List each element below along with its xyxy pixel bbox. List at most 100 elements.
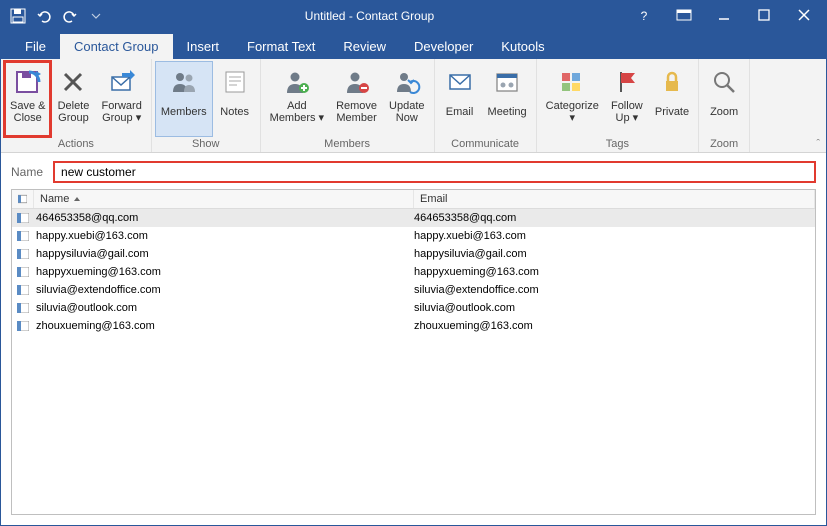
ribbon-tabs: File Contact Group Insert Format Text Re… [1,31,826,59]
cell-email: happysiluvia@gail.com [414,248,815,260]
tab-developer[interactable]: Developer [400,34,487,59]
ribbon-display-icon[interactable] [672,9,696,24]
cell-email: siluvia@outlook.com [414,302,815,314]
window-title: Untitled - Contact Group [107,9,632,23]
cell-name: happy.xuebi@163.com [34,230,414,242]
quick-access-toolbar [1,5,107,27]
tab-kutools[interactable]: Kutools [487,34,558,59]
save-and-close-button[interactable]: Save & Close [4,61,51,137]
contact-card-icon [12,267,34,277]
delete-group-button[interactable]: Delete Group [51,61,95,137]
collapse-ribbon-icon[interactable]: ˆ [816,138,820,150]
cell-name: siluvia@outlook.com [34,302,414,314]
private-button[interactable]: Private [649,61,695,137]
contact-card-icon [12,249,34,259]
flag-icon [611,66,643,98]
column-email[interactable]: Email [414,190,815,208]
cell-name: 464653358@qq.com [34,212,414,224]
cell-name: happysiluvia@gail.com [34,248,414,260]
table-row[interactable]: zhouxueming@163.comzhouxueming@163.com [12,317,815,335]
members-icon [168,66,200,98]
save-close-icon [12,66,44,98]
ribbon-group-label: Tags [540,137,695,152]
ribbon-group-label: Actions [4,137,148,152]
forward-icon [106,66,138,98]
categorize-button[interactable]: Categorize ▾ [540,61,605,137]
meeting-icon [491,66,523,98]
table-row[interactable]: happyxueming@163.comhappyxueming@163.com [12,263,815,281]
name-label: Name [11,165,43,179]
add-members-button[interactable]: Add Members ▾ [264,61,330,137]
table-row[interactable]: happy.xuebi@163.comhappy.xuebi@163.com [12,227,815,245]
save-icon[interactable] [7,5,29,27]
table-row[interactable]: siluvia@outlook.comsiluvia@outlook.com [12,299,815,317]
notes-icon [219,66,251,98]
contact-card-icon [12,285,34,295]
notes-button[interactable]: Notes [213,61,257,137]
remove-member-button[interactable]: Remove Member [330,61,383,137]
undo-icon[interactable] [33,5,55,27]
zoom-button[interactable]: Zoom [702,61,746,137]
ribbon-group-label: Members [264,137,431,152]
help-icon[interactable]: ? [632,9,656,23]
lock-icon [656,66,688,98]
redo-icon[interactable] [59,5,81,27]
meeting-button[interactable]: Meeting [482,61,533,137]
contact-card-icon [12,303,34,313]
follow-up-button[interactable]: Follow Up ▾ [605,61,649,137]
contact-card-icon [12,213,34,223]
cell-name: siluvia@extendoffice.com [34,284,414,296]
ribbon-group-actions: Save & Close Delete Group Forward Group … [1,59,152,152]
minimize-icon[interactable] [712,9,736,24]
app-window: Untitled - Contact Group ? File Contact … [0,0,827,526]
contact-card-icon [12,321,34,331]
titlebar: Untitled - Contact Group ? [1,1,826,31]
ribbon: Save & Close Delete Group Forward Group … [1,59,826,153]
add-members-icon [281,66,313,98]
table-row[interactable]: happysiluvia@gail.comhappysiluvia@gail.c… [12,245,815,263]
tab-insert[interactable]: Insert [173,34,234,59]
ribbon-group-tags: Categorize ▾ Follow Up ▾ Private Tags [537,59,699,152]
cell-email: happyxueming@163.com [414,266,815,278]
column-icon[interactable] [12,190,34,208]
close-icon[interactable] [792,9,816,24]
cell-name: zhouxueming@163.com [34,320,414,332]
tab-format-text[interactable]: Format Text [233,34,329,59]
qat-customize-icon[interactable] [85,5,107,27]
ribbon-group-label: Communicate [438,137,533,152]
name-row: Name [1,153,826,189]
tab-review[interactable]: Review [329,34,400,59]
members-button[interactable]: Members [155,61,213,137]
cell-email: zhouxueming@163.com [414,320,815,332]
email-icon [444,66,476,98]
column-name[interactable]: Name [34,190,414,208]
delete-icon [57,66,89,98]
remove-member-icon [341,66,373,98]
table-row[interactable]: siluvia@extendoffice.comsiluvia@extendof… [12,281,815,299]
ribbon-group-members: Add Members ▾ Remove Member Update Now M… [261,59,435,152]
ribbon-group-label: Zoom [702,137,746,152]
cell-name: happyxueming@163.com [34,266,414,278]
forward-group-button[interactable]: Forward Group ▾ [95,61,147,137]
members-table: Name Email 464653358@qq.com464653358@qq.… [11,189,816,515]
magnifier-icon [708,66,740,98]
window-controls: ? [632,9,826,24]
update-now-icon [391,66,423,98]
group-name-input[interactable] [53,161,816,183]
contact-card-icon [12,231,34,241]
table-body: 464653358@qq.com464653358@qq.comhappy.xu… [12,209,815,335]
tab-contact-group[interactable]: Contact Group [60,34,173,59]
update-now-button[interactable]: Update Now [383,61,430,137]
ribbon-group-show: Members Notes Show [152,59,261,152]
table-row[interactable]: 464653358@qq.com464653358@qq.com [12,209,815,227]
maximize-icon[interactable] [752,9,776,24]
ribbon-group-zoom: Zoom Zoom [699,59,750,152]
table-header: Name Email [12,190,815,209]
cell-email: 464653358@qq.com [414,212,815,224]
ribbon-group-communicate: Email Meeting Communicate [435,59,537,152]
categorize-icon [556,66,588,98]
cell-email: happy.xuebi@163.com [414,230,815,242]
email-button[interactable]: Email [438,61,482,137]
ribbon-group-label: Show [155,137,257,152]
tab-file[interactable]: File [11,34,60,59]
